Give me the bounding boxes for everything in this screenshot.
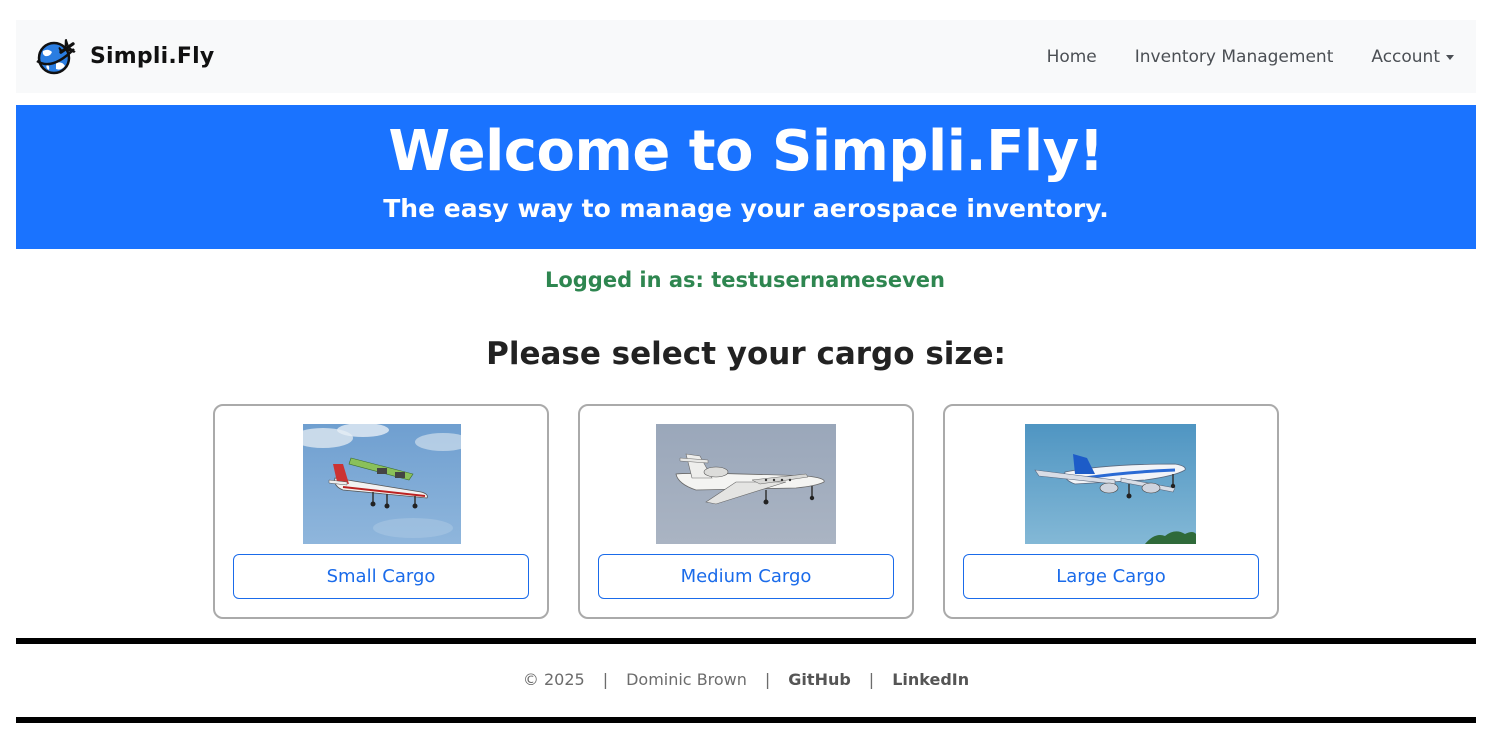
hero-title: Welcome to Simpli.Fly! [388,119,1104,184]
footer-separator: | [764,670,771,689]
cargo-prompt: Please select your cargo size: [486,336,1006,372]
hero-subtitle: The easy way to manage your aerospace in… [383,194,1109,223]
footer-separator: | [602,670,609,689]
nav-home-link[interactable]: Home [1047,47,1097,67]
small-cargo-plane-image [303,424,461,544]
footer-top-rule [16,638,1476,644]
navbar: Simpli.Fly Home Inventory Management Acc… [16,20,1476,93]
footer-copyright: © 2025 [522,670,585,689]
caret-down-icon [1446,55,1454,60]
footer-author: Dominic Brown [626,670,747,689]
medium-cargo-button[interactable]: Medium Cargo [598,554,894,599]
small-cargo-card: Small Cargo [213,404,549,619]
hero-banner: Welcome to Simpli.Fly! The easy way to m… [16,105,1476,249]
footer-separator: | [868,670,875,689]
footer: © 2025 | Dominic Brown | GitHub | Linked… [0,670,1492,689]
large-cargo-plane-image [1025,424,1196,544]
medium-cargo-card: Medium Cargo [578,404,914,619]
brand-link[interactable]: Simpli.Fly [34,38,215,75]
large-cargo-card: Large Cargo [943,404,1279,619]
nav-account-dropdown[interactable]: Account [1371,47,1454,67]
footer-bottom-rule [16,717,1476,723]
nav-account-label: Account [1371,46,1440,67]
medium-cargo-plane-image [656,424,836,544]
large-cargo-button[interactable]: Large Cargo [963,554,1259,599]
footer-linkedin-link[interactable]: LinkedIn [892,670,969,689]
globe-airplane-logo-icon [36,38,76,74]
brand-name: Simpli.Fly [90,44,215,69]
nav-inventory-link[interactable]: Inventory Management [1135,47,1334,67]
logged-in-status: Logged in as: testusernameseven [544,268,946,292]
small-cargo-button[interactable]: Small Cargo [233,554,529,599]
nav-links: Home Inventory Management Account [1047,47,1454,67]
footer-github-link[interactable]: GitHub [788,670,851,689]
